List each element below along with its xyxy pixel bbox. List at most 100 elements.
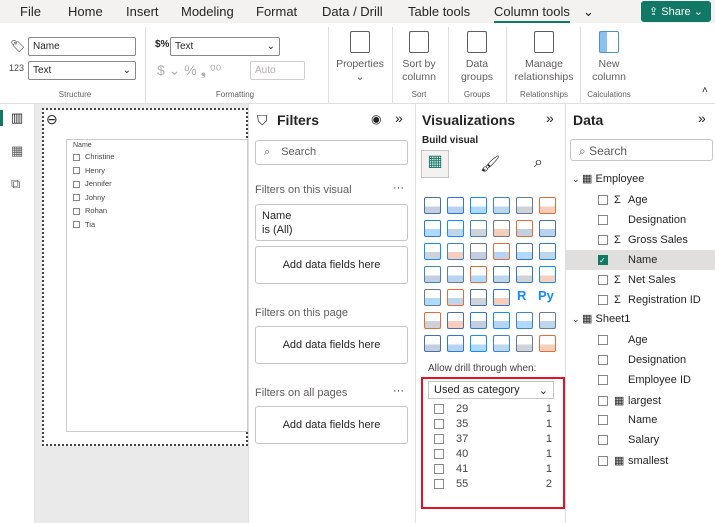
column-name-input[interactable]: Name	[28, 37, 136, 56]
visual-type-icon[interactable]	[493, 220, 510, 237]
report-view-icon[interactable]: ▥	[11, 110, 23, 126]
checkbox[interactable]	[598, 335, 608, 346]
slicer-item[interactable]: Rohan	[73, 206, 107, 215]
collapse-filters-icon[interactable]: »	[395, 110, 403, 126]
tab-format[interactable]: Format	[256, 4, 297, 19]
visual-type-icon[interactable]	[447, 335, 464, 352]
data-type-select[interactable]: Text ⌄	[28, 61, 136, 80]
visual-type-icon[interactable]	[470, 312, 487, 329]
slicer-item[interactable]: Johny	[73, 193, 105, 202]
collapse-viz-icon[interactable]: »	[546, 110, 554, 126]
filters-search-input[interactable]: ⌕ Search	[255, 140, 408, 165]
manage-relationships-button[interactable]: Manage relationships	[510, 31, 578, 84]
visual-type-icon[interactable]	[447, 243, 464, 260]
visual-type-icon[interactable]	[539, 266, 556, 283]
checkbox[interactable]	[434, 449, 444, 460]
visual-type-icon[interactable]	[424, 266, 441, 283]
tab-modeling[interactable]: Modeling	[181, 4, 234, 19]
collapse-ribbon-icon[interactable]: ˄	[702, 85, 708, 96]
drill-value-item[interactable]: 41 1	[434, 463, 552, 475]
checkbox[interactable]	[73, 221, 80, 229]
more-options-icon[interactable]: ···	[393, 182, 404, 194]
slicer-item[interactable]: Jennifer	[73, 179, 112, 188]
checkbox[interactable]: ✓	[598, 255, 608, 266]
field-item[interactable]: Σ Gross Sales	[566, 230, 715, 250]
checkbox[interactable]	[73, 180, 80, 188]
more-tabs-chevron-icon[interactable]: ⌄	[583, 4, 594, 20]
visual-type-icon[interactable]	[516, 220, 533, 237]
visual-type-icon[interactable]	[539, 220, 556, 237]
currency-format-buttons[interactable]: $ ⌄ % ❟ ⁰⁰	[157, 62, 221, 79]
tab-home[interactable]: Home	[68, 4, 103, 19]
checkbox[interactable]	[598, 215, 608, 226]
field-item[interactable]: ▦ smallest	[566, 450, 715, 470]
format-visual-icon[interactable]: 🖌	[480, 154, 500, 174]
visual-type-icon[interactable]	[424, 220, 441, 237]
visual-type-icon[interactable]	[470, 289, 487, 306]
data-search-input[interactable]: ⌕ Search	[570, 139, 713, 161]
drill-value-item[interactable]: 55 2	[434, 478, 552, 490]
visual-type-icon[interactable]	[470, 197, 487, 214]
visual-type-icon[interactable]	[424, 243, 441, 260]
sort-by-column-button[interactable]: Sort by column	[394, 31, 444, 84]
drill-value-item[interactable]: 35 1	[434, 418, 552, 430]
visual-type-icon[interactable]	[516, 312, 533, 329]
field-item[interactable]: Name	[566, 410, 715, 430]
checkbox[interactable]	[598, 355, 608, 366]
field-item[interactable]: Designation	[566, 350, 715, 370]
visual-type-icon[interactable]	[493, 197, 510, 214]
visual-type-icon[interactable]	[493, 312, 510, 329]
visual-type-icon[interactable]	[539, 243, 556, 260]
decimal-places-input[interactable]: Auto	[250, 61, 305, 80]
checkbox[interactable]	[598, 396, 608, 407]
chevron-down-icon[interactable]: ⌄	[572, 174, 582, 184]
field-item[interactable]: Σ Registration ID	[566, 290, 715, 310]
visual-type-icon[interactable]	[447, 289, 464, 306]
visual-type-icon[interactable]	[516, 335, 533, 352]
field-item[interactable]: Employee ID	[566, 370, 715, 390]
slicer-item[interactable]: Tia	[73, 220, 95, 229]
r-visual-icon[interactable]: R	[517, 288, 526, 303]
drill-value-item[interactable]: 40 1	[434, 448, 552, 460]
visual-type-icon[interactable]	[493, 243, 510, 260]
checkbox[interactable]	[598, 456, 608, 467]
tab-insert[interactable]: Insert	[126, 4, 159, 19]
table-sheet1[interactable]: ⌄ ▦ Sheet1	[566, 310, 715, 330]
visual-type-icon[interactable]	[539, 335, 556, 352]
model-view-icon[interactable]: ⧉	[11, 176, 20, 192]
name-slicer[interactable]: Name Christine Henry Jennifer Johny Rohan Tia	[66, 139, 248, 432]
visual-type-icon[interactable]	[493, 335, 510, 352]
checkbox[interactable]	[73, 194, 80, 202]
visual-type-icon[interactable]	[447, 197, 464, 214]
visual-type-icon[interactable]	[447, 266, 464, 283]
visual-type-icon[interactable]	[447, 220, 464, 237]
visual-type-icon[interactable]	[516, 243, 533, 260]
visual-type-icon[interactable]	[539, 197, 556, 214]
field-item[interactable]: Designation	[566, 210, 715, 230]
field-item[interactable]: Salary	[566, 430, 715, 450]
checkbox[interactable]	[598, 435, 608, 446]
checkbox[interactable]	[598, 295, 608, 306]
visual-type-icon[interactable]	[470, 335, 487, 352]
add-page-filter-field[interactable]: Add data fields here	[255, 326, 408, 364]
field-item[interactable]: ✓ Name	[566, 250, 715, 270]
visual-type-icon[interactable]	[470, 266, 487, 283]
share-button[interactable]: ⇪ Share ⌄	[641, 1, 711, 22]
checkbox[interactable]	[598, 375, 608, 386]
collapse-data-icon[interactable]: »	[698, 110, 706, 126]
checkbox[interactable]	[73, 167, 80, 175]
checkbox[interactable]	[598, 275, 608, 286]
build-visual-tab-icon[interactable]: ▦	[421, 150, 449, 178]
checkbox[interactable]	[73, 207, 80, 215]
back-arrow-icon[interactable]: ⊖	[46, 111, 58, 128]
visual-type-icon[interactable]	[539, 312, 556, 329]
field-item[interactable]: ▦ largest	[566, 390, 715, 410]
slicer-item[interactable]: Christine	[73, 152, 115, 161]
drill-through-select[interactable]: Used as category ⌄	[428, 381, 554, 399]
analytics-icon[interactable]: ⌕	[534, 154, 543, 172]
table-employee[interactable]: ⌄ ▦ Employee	[566, 170, 715, 190]
tab-file[interactable]: File	[20, 4, 41, 19]
new-column-button[interactable]: New column	[584, 31, 634, 84]
tab-data-drill[interactable]: Data / Drill	[322, 4, 383, 19]
chevron-down-icon[interactable]: ⌄	[572, 314, 582, 324]
